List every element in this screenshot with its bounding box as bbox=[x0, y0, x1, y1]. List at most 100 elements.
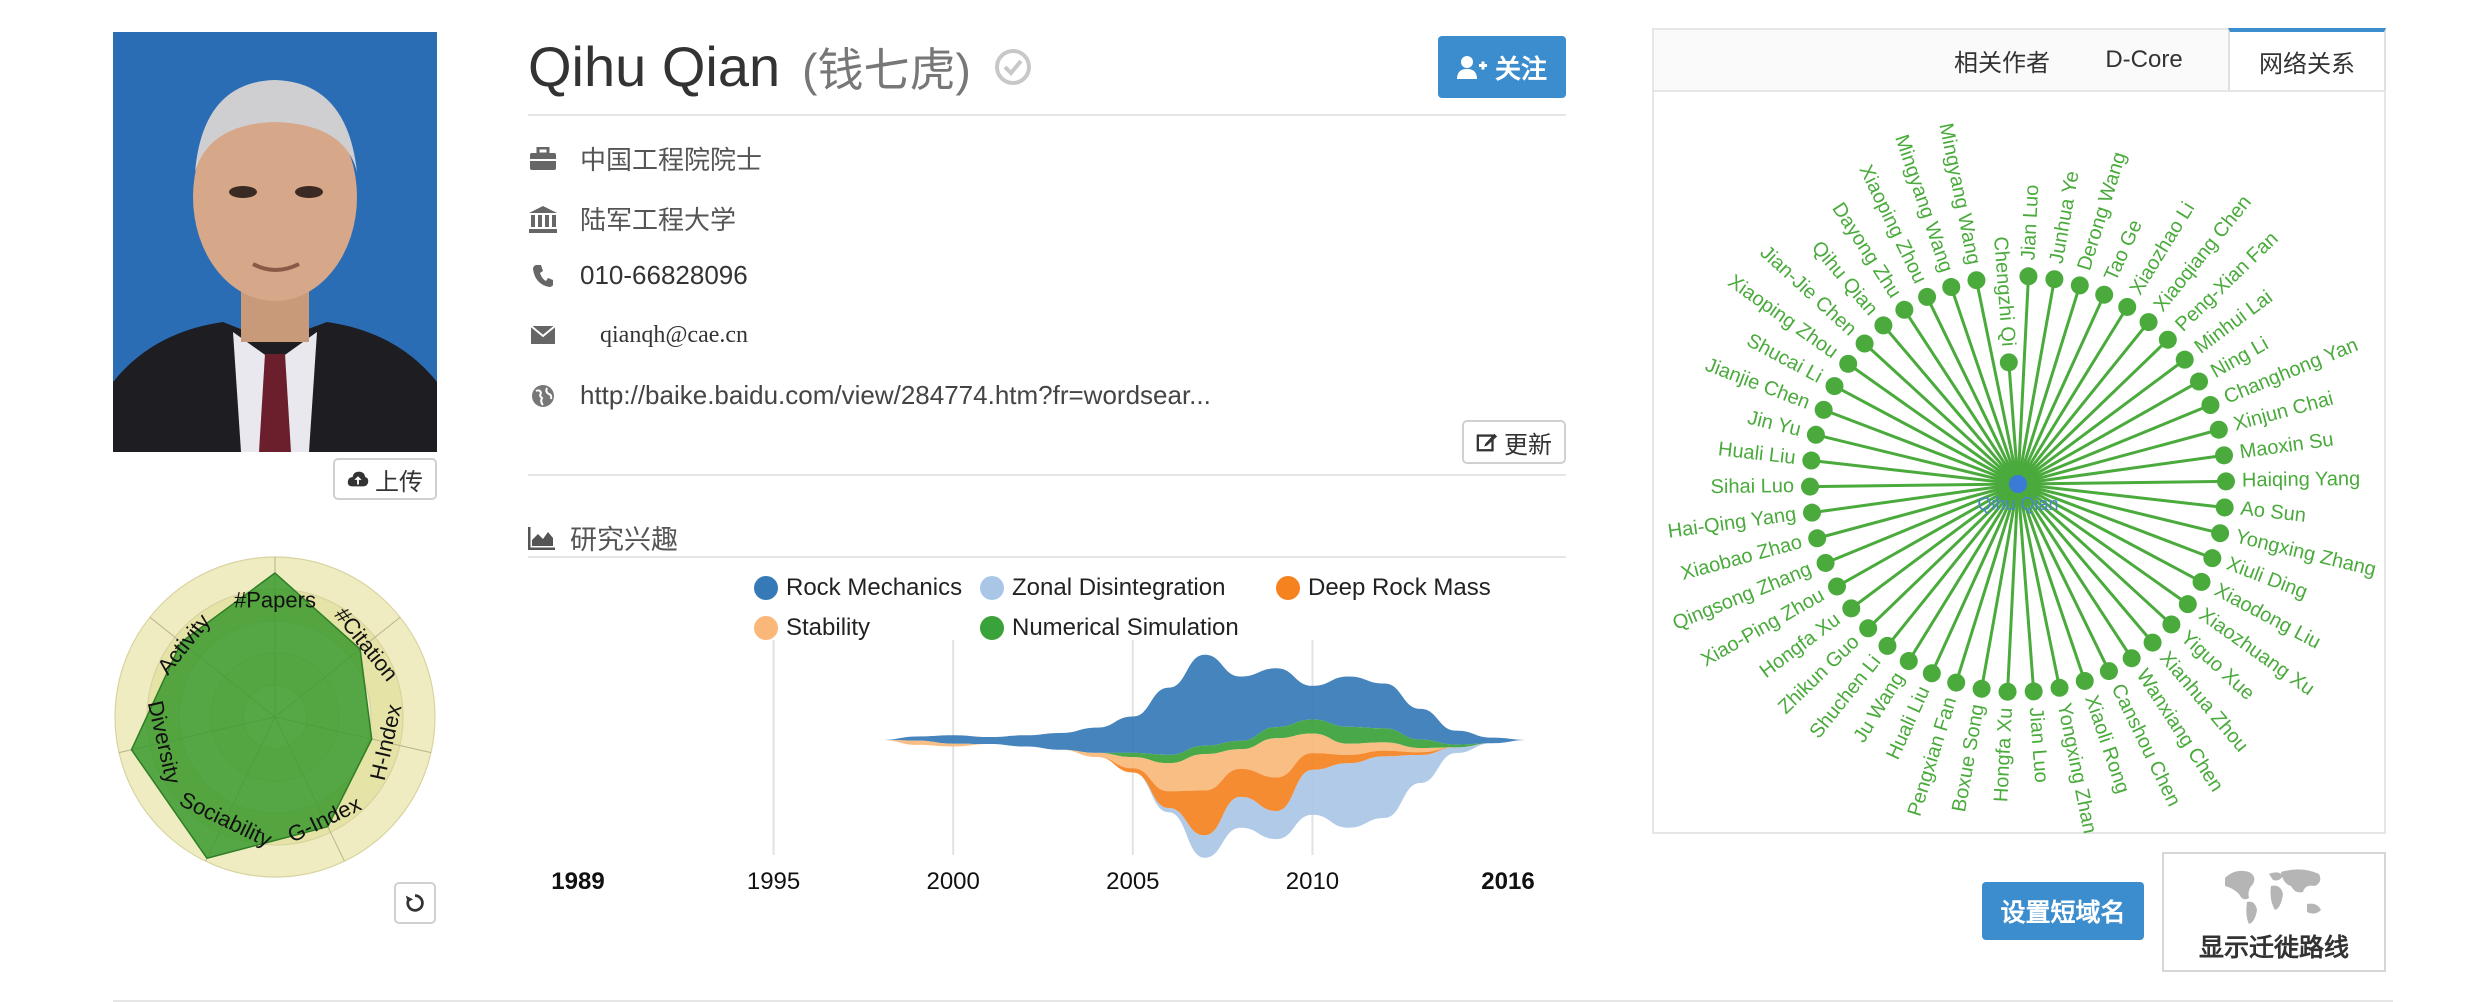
network-node[interactable] bbox=[1967, 271, 1986, 290]
author-name-en: Qihu Qian bbox=[528, 35, 781, 98]
network-node[interactable] bbox=[1802, 451, 1821, 470]
network-node[interactable] bbox=[2203, 549, 2222, 568]
network-node[interactable] bbox=[1855, 334, 1874, 353]
network-node[interactable] bbox=[1895, 300, 1914, 319]
show-migration-button[interactable]: 显示迁徙路线 bbox=[2162, 852, 2386, 972]
network-node-label[interactable]: Chengzhi Qi bbox=[1989, 236, 2019, 347]
network-node[interactable] bbox=[2050, 678, 2069, 697]
tab-label: D-Core bbox=[2105, 46, 2183, 73]
network-node[interactable] bbox=[1801, 477, 1820, 496]
follow-button[interactable]: 关注 bbox=[1438, 36, 1566, 98]
network-node[interactable] bbox=[1972, 679, 1991, 698]
network-node[interactable] bbox=[1899, 652, 1918, 671]
network-node[interactable] bbox=[1825, 377, 1844, 396]
upload-button[interactable]: 上传 bbox=[333, 458, 437, 500]
tab-network[interactable]: 网络关系 bbox=[2228, 28, 2386, 90]
network-node[interactable] bbox=[1814, 400, 1833, 419]
legend-swatch bbox=[980, 616, 1004, 640]
legend-item[interactable]: Rock Mechanics bbox=[754, 574, 962, 602]
network-edge bbox=[2017, 479, 2227, 486]
network-node[interactable] bbox=[2045, 270, 2064, 289]
network-node[interactable] bbox=[2175, 350, 2194, 369]
author-title: 中国工程院院士 bbox=[580, 145, 763, 175]
tab-related-authors[interactable]: 相关作者 bbox=[1924, 30, 2080, 90]
network-node-label[interactable]: Jin Yu bbox=[1745, 407, 1803, 441]
legend-swatch bbox=[1276, 576, 1300, 600]
legend-label: Numerical Simulation bbox=[1012, 614, 1239, 641]
network-node[interactable] bbox=[2095, 285, 2114, 304]
network-node[interactable] bbox=[2209, 420, 2228, 439]
update-button[interactable]: 更新 bbox=[1462, 420, 1566, 464]
network-node-label[interactable]: Jian Luo bbox=[2018, 184, 2044, 261]
network-node[interactable] bbox=[2024, 682, 2043, 701]
refresh-button[interactable] bbox=[394, 882, 436, 924]
network-node[interactable] bbox=[1842, 599, 1861, 618]
network-node[interactable] bbox=[2178, 595, 2197, 614]
network-node[interactable] bbox=[1874, 316, 1893, 335]
x-tick-label: 2010 bbox=[1285, 868, 1340, 895]
author-email[interactable]: qianqh@cae.cn bbox=[580, 322, 748, 349]
network-node[interactable] bbox=[2216, 472, 2235, 491]
network-node[interactable] bbox=[2139, 313, 2158, 332]
show-migration-label: 显示迁徙路线 bbox=[2198, 934, 2349, 962]
tab-d-core[interactable]: D-Core bbox=[2080, 30, 2208, 90]
author-affiliation: 陆军工程大学 bbox=[580, 205, 737, 235]
network-node[interactable] bbox=[1839, 354, 1858, 373]
info-homepage-row: http://baike.baidu.com/view/284774.htm?f… bbox=[528, 380, 1211, 411]
author-phone: 010-66828096 bbox=[580, 260, 748, 290]
network-node-label[interactable]: Ao Sun bbox=[2239, 498, 2307, 527]
network-node[interactable] bbox=[1947, 673, 1966, 692]
network-node[interactable] bbox=[2215, 446, 2234, 465]
set-short-domain-button[interactable]: 设置短域名 bbox=[1982, 882, 2144, 940]
network-node[interactable] bbox=[2211, 524, 2230, 543]
network-node-label[interactable]: Huali Liu bbox=[1717, 438, 1797, 469]
network-node[interactable] bbox=[1802, 503, 1821, 522]
network-node[interactable] bbox=[2122, 649, 2141, 668]
network-node[interactable] bbox=[2189, 372, 2208, 391]
legend-item[interactable]: Deep Rock Mass bbox=[1276, 574, 1491, 602]
network-node[interactable] bbox=[1859, 619, 1878, 638]
network-node[interactable] bbox=[1816, 553, 1835, 572]
network-node[interactable] bbox=[2192, 572, 2211, 591]
network-node[interactable] bbox=[2162, 615, 2181, 634]
info-affiliation-row: 陆军工程大学 bbox=[528, 200, 736, 237]
network-node[interactable] bbox=[2143, 633, 2162, 652]
divider bbox=[528, 114, 1566, 116]
tab-label: 网络关系 bbox=[2259, 50, 2355, 78]
network-node[interactable] bbox=[1942, 278, 1961, 297]
network-center-node[interactable] bbox=[2009, 475, 2027, 493]
network-node[interactable] bbox=[2201, 396, 2220, 415]
network-node-label[interactable]: Haiqing Yang bbox=[2242, 468, 2361, 491]
author-homepage-link[interactable]: http://baike.baidu.com/view/284774.htm?f… bbox=[580, 380, 1211, 411]
network-node[interactable] bbox=[2070, 276, 2089, 295]
network-node[interactable] bbox=[2118, 297, 2137, 316]
legend-item[interactable]: Zonal Disintegration bbox=[980, 574, 1225, 602]
network-edge bbox=[1809, 482, 2019, 489]
network-center-label: Qihu Qian bbox=[1977, 494, 2058, 514]
network-node[interactable] bbox=[2019, 267, 2038, 286]
portrait-image bbox=[113, 32, 437, 452]
set-short-domain-label: 设置短域名 bbox=[2000, 899, 2126, 927]
network-node-label[interactable]: Maoxin Su bbox=[2238, 429, 2335, 464]
network-node[interactable] bbox=[1806, 425, 1825, 444]
network-node-label[interactable]: Jian Luo bbox=[2025, 706, 2053, 783]
network-node[interactable] bbox=[1922, 664, 1941, 683]
network-node[interactable] bbox=[2158, 330, 2177, 349]
coauthor-network-graph[interactable]: Chengzhi QiJian Luo Junhua YeDerong WangT… bbox=[1654, 90, 2384, 834]
network-node-label[interactable]: Sihai Luo bbox=[1710, 475, 1794, 498]
legend-item[interactable]: Numerical Simulation bbox=[980, 614, 1239, 642]
network-node[interactable] bbox=[1878, 636, 1897, 655]
network-node[interactable] bbox=[2215, 498, 2234, 517]
network-node[interactable] bbox=[2075, 671, 2094, 690]
network-node[interactable] bbox=[1998, 682, 2017, 701]
briefcase-icon bbox=[528, 144, 558, 174]
stream-layer-rock-mechanics[interactable] bbox=[881, 654, 1528, 755]
network-node[interactable] bbox=[1918, 287, 1937, 306]
network-node-label[interactable]: Hongfa Xu bbox=[1990, 707, 2017, 803]
network-node[interactable] bbox=[1808, 529, 1827, 548]
network-node[interactable] bbox=[1999, 353, 2018, 372]
network-node[interactable] bbox=[2099, 662, 2118, 681]
network-node[interactable] bbox=[1828, 577, 1847, 596]
legend-item[interactable]: Stability bbox=[754, 614, 870, 642]
update-label: 更新 bbox=[1504, 431, 1552, 459]
